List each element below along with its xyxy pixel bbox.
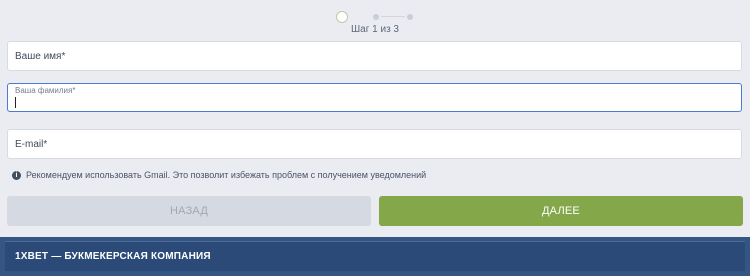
email-field[interactable]: E-mail* xyxy=(7,129,742,159)
step-3-indicator xyxy=(407,14,413,20)
step-1-indicator xyxy=(336,11,348,23)
registration-stepper: Шаг 1 из 3 xyxy=(0,8,750,42)
info-icon: i xyxy=(12,170,21,180)
stepper-connector xyxy=(381,16,405,17)
last-name-field[interactable]: Ваша фамилия* xyxy=(7,83,742,112)
email-hint: i Рекомендуем использовать Gmail. Это по… xyxy=(12,168,426,182)
text-caret xyxy=(15,97,16,108)
registration-page: Шаг 1 из 3 Ваше имя* Ваша фамилия* E-mai… xyxy=(0,0,750,276)
back-button[interactable]: Назад xyxy=(7,196,371,226)
step-counter: Шаг 1 из 3 xyxy=(350,24,399,35)
step-2-indicator xyxy=(373,14,379,20)
email-placeholder: E-mail* xyxy=(15,139,48,150)
last-name-floating-label: Ваша фамилия* xyxy=(15,86,76,95)
footer: 1XBET — БУКМЕКЕРСКАЯ КОМПАНИЯ xyxy=(0,237,750,276)
footer-title: 1XBET — БУКМЕКЕРСКАЯ КОМПАНИЯ xyxy=(15,251,211,262)
email-hint-text: Рекомендуем использовать Gmail. Это позв… xyxy=(26,170,427,180)
first-name-field[interactable]: Ваше имя* xyxy=(7,41,742,71)
first-name-placeholder: Ваше имя* xyxy=(15,51,66,62)
footer-section-header[interactable]: 1XBET — БУКМЕКЕРСКАЯ КОМПАНИЯ xyxy=(5,241,745,271)
next-button[interactable]: Далее xyxy=(379,196,743,226)
